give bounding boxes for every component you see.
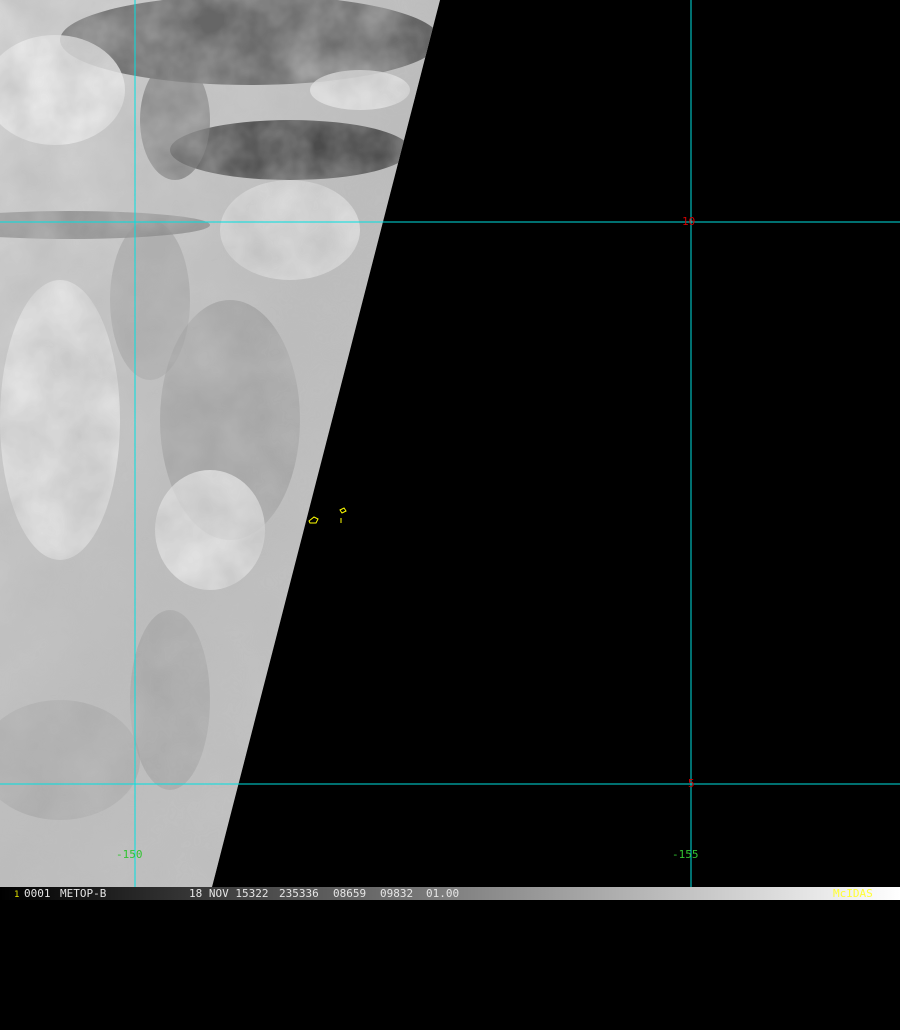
infrared-satellite-image	[0, 0, 900, 887]
image-line: 08659	[333, 887, 367, 900]
longitude-label-150: -150	[116, 848, 143, 861]
image-element: 09832	[380, 887, 414, 900]
image-resolution: 01.00	[426, 887, 460, 900]
frame-id: 0001	[24, 887, 51, 900]
satellite-name: METOP-B	[60, 887, 107, 900]
longitude-label-155: -155	[672, 848, 699, 861]
mcidas-label: McIDAS	[833, 887, 873, 900]
satellite-image-viewer[interactable]: 10 5 -150 -155	[0, 0, 900, 900]
image-date: 18 NOV 15322	[189, 887, 269, 900]
latitude-label-5: 5	[688, 777, 695, 790]
frame-number: 1	[14, 890, 20, 900]
image-time: 235336	[279, 887, 319, 900]
latitude-label-10: 10	[682, 215, 696, 228]
status-bar: 1 0001 METOP-B 18 NOV 15322 235336 08659…	[0, 887, 900, 900]
